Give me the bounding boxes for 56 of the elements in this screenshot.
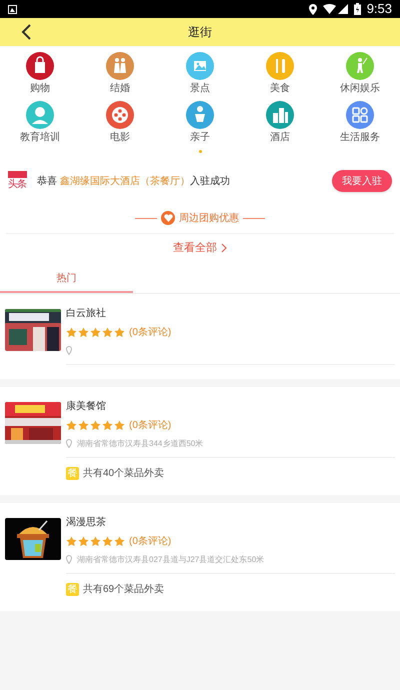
delivery-badge: 餐 — [66, 582, 79, 596]
star-icon — [102, 326, 113, 338]
location-pin-icon — [66, 439, 72, 448]
category-item[interactable]: 休闲娱乐 — [320, 52, 400, 95]
location-pin-icon — [66, 346, 72, 355]
star-icon — [66, 536, 77, 546]
join-button[interactable]: 我要入驻 — [332, 170, 392, 192]
logo-band — [8, 171, 27, 178]
category-item[interactable]: 景点 — [160, 52, 240, 95]
heart-icon — [161, 211, 175, 225]
logo-text: 头条 — [8, 178, 27, 191]
review-count: (0条评论) — [129, 326, 172, 340]
star-icon — [114, 420, 125, 430]
star-icon — [78, 326, 89, 338]
signal-icon — [338, 4, 348, 14]
delivery-info: 共有40个菜品外卖 — [83, 466, 164, 480]
star-icon — [90, 420, 101, 430]
page-title: 逛街 — [188, 24, 212, 41]
shop-name: 康美餐馆 — [66, 400, 107, 414]
notification-icon — [8, 4, 17, 14]
star-icon — [102, 420, 113, 430]
star-icon — [114, 326, 125, 338]
star-icon — [66, 420, 77, 430]
location-pin-icon — [66, 555, 72, 564]
shop-address: 湖南省常德市汉寿县344乡道西50米 — [77, 438, 204, 450]
star-icon — [90, 536, 101, 546]
category-item[interactable]: 美食 — [240, 52, 320, 95]
star-icon — [66, 326, 77, 338]
category-item[interactable]: 亲子 — [160, 101, 240, 144]
category-item[interactable]: 教育培训 — [0, 101, 80, 144]
section-title: 周边团购优惠 — [179, 212, 239, 226]
star-icon — [78, 420, 89, 430]
battery-icon — [354, 3, 361, 15]
notice-text: 恭喜 鑫湖缘国际大酒店（茶餐厅）入驻成功 — [37, 174, 231, 188]
status-time: 9:53 — [366, 0, 392, 18]
delivery-badge: 餐 — [66, 466, 79, 480]
view-all-link[interactable]: 查看全部 — [173, 240, 227, 256]
page-indicator — [198, 150, 202, 153]
shop-name: 白云旅社 — [66, 306, 107, 320]
category-item[interactable]: 电影 — [80, 101, 160, 144]
category-item[interactable]: 购物 — [0, 52, 80, 95]
star-icon — [114, 536, 125, 546]
star-icon — [78, 536, 89, 546]
star-icon — [90, 326, 101, 338]
wifi-icon — [322, 4, 336, 14]
category-item[interactable]: 生活服务 — [320, 101, 400, 144]
category-item[interactable]: 结婚 — [80, 52, 160, 95]
review-count: (0条评论) — [129, 534, 172, 548]
star-icon — [102, 536, 113, 546]
review-count: (0条评论) — [129, 418, 172, 432]
shop-address: 湖南省常德市汉寿县027县道与J27县道交汇处东50米 — [77, 554, 264, 566]
shop-name: 渴漫思茶 — [66, 516, 107, 530]
delivery-info: 共有69个菜品外卖 — [83, 582, 164, 596]
location-icon — [308, 4, 317, 14]
category-item[interactable]: 酒店 — [240, 101, 320, 144]
chevron-right-icon — [221, 243, 227, 254]
